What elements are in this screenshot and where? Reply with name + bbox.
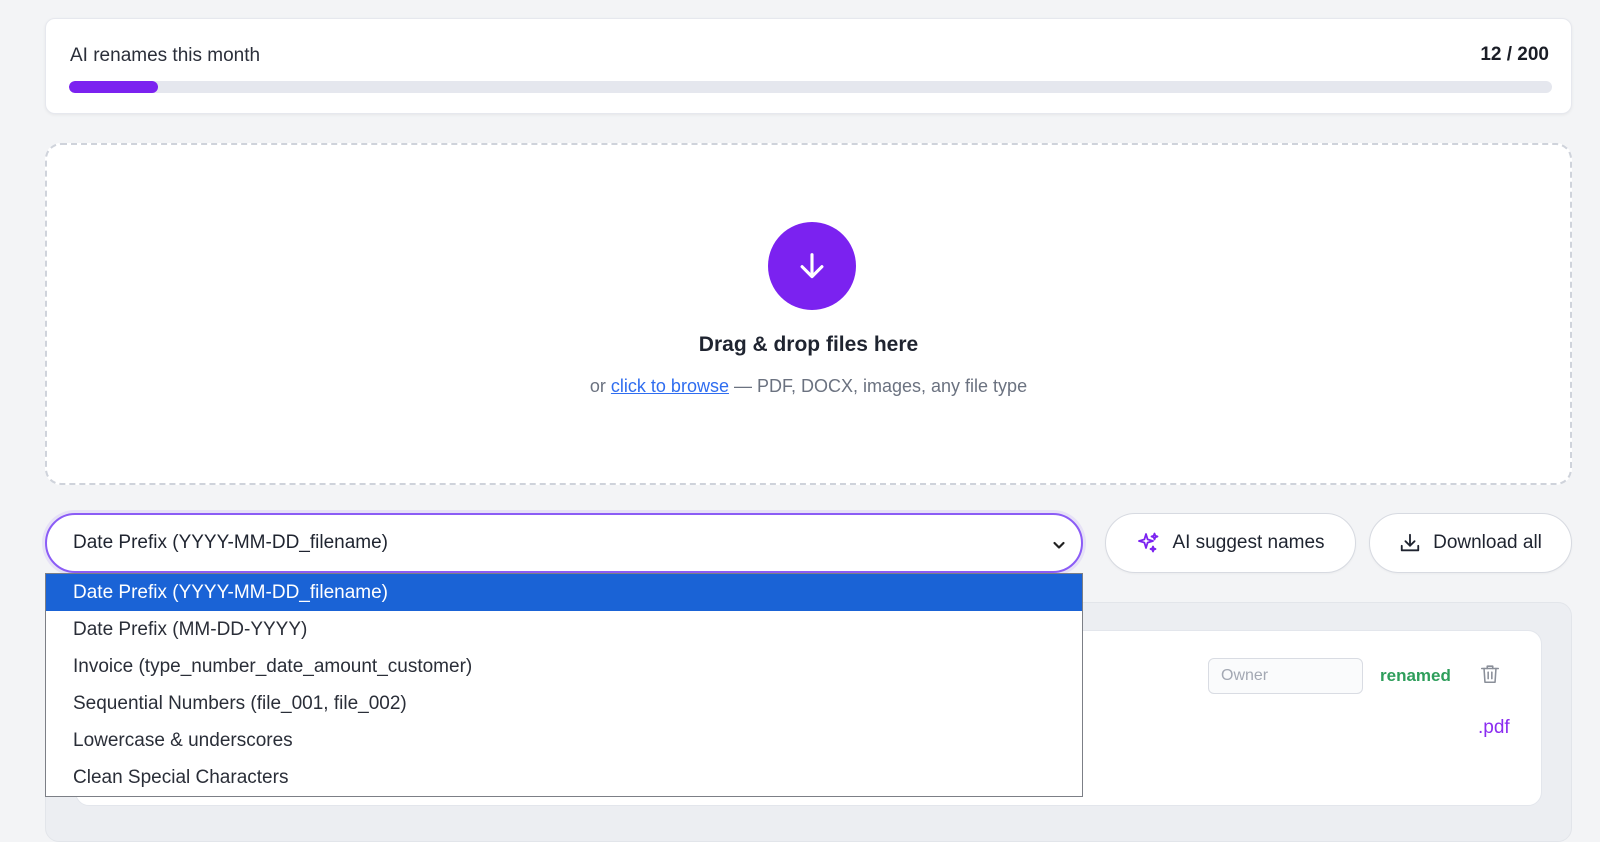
- template-option[interactable]: Lowercase & underscores: [46, 722, 1082, 759]
- trash-icon: [1480, 665, 1500, 684]
- usage-label: AI renames this month: [70, 45, 261, 66]
- template-option[interactable]: Invoice (type_number_date_amount_custome…: [46, 648, 1082, 685]
- owner-input[interactable]: [1208, 658, 1363, 694]
- template-select[interactable]: Date Prefix (YYYY-MM-DD_filename): [45, 513, 1083, 573]
- file-dropzone[interactable]: Drag & drop files here or click to brows…: [45, 143, 1572, 485]
- upload-button[interactable]: [768, 222, 856, 310]
- arrow-down-icon: [800, 253, 824, 279]
- download-all-button[interactable]: Download all: [1369, 513, 1572, 573]
- dropzone-sub-suffix: — PDF, DOCX, images, any file type: [733, 376, 1028, 396]
- sparkles-icon: [1138, 532, 1159, 553]
- usage-count: 12 / 200: [1480, 44, 1549, 65]
- dropzone-title: Drag & drop files here: [698, 333, 919, 356]
- usage-card: AI renames this month 12 / 200: [45, 18, 1572, 114]
- template-option[interactable]: Sequential Numbers (file_001, file_002): [46, 685, 1082, 722]
- ai-suggest-button[interactable]: AI suggest names: [1105, 513, 1356, 573]
- dropzone-sub-prefix: or: [589, 376, 606, 396]
- dropzone-subtitle: or click to browse — PDF, DOCX, images, …: [47, 376, 1570, 397]
- download-all-label: Download all: [1433, 532, 1542, 553]
- template-option[interactable]: Date Prefix (MM-DD-YYYY): [46, 611, 1082, 648]
- file-extension: .pdf: [1478, 717, 1510, 738]
- usage-progress-track: [69, 81, 1552, 93]
- browse-link[interactable]: click to browse: [611, 376, 729, 396]
- template-option[interactable]: Date Prefix (YYYY-MM-DD_filename): [46, 574, 1082, 611]
- usage-progress-fill: [69, 81, 158, 93]
- delete-file-button[interactable]: [1479, 663, 1501, 690]
- template-option[interactable]: Clean Special Characters: [46, 759, 1082, 796]
- template-select-value: Date Prefix (YYYY-MM-DD_filename): [73, 532, 388, 553]
- ai-suggest-label: AI suggest names: [1172, 532, 1325, 553]
- chevron-down-icon: [1053, 541, 1065, 549]
- download-icon: [1400, 533, 1420, 552]
- status-badge: renamed: [1380, 666, 1451, 685]
- template-options-list: Date Prefix (YYYY-MM-DD_filename) Date Pr…: [45, 573, 1083, 797]
